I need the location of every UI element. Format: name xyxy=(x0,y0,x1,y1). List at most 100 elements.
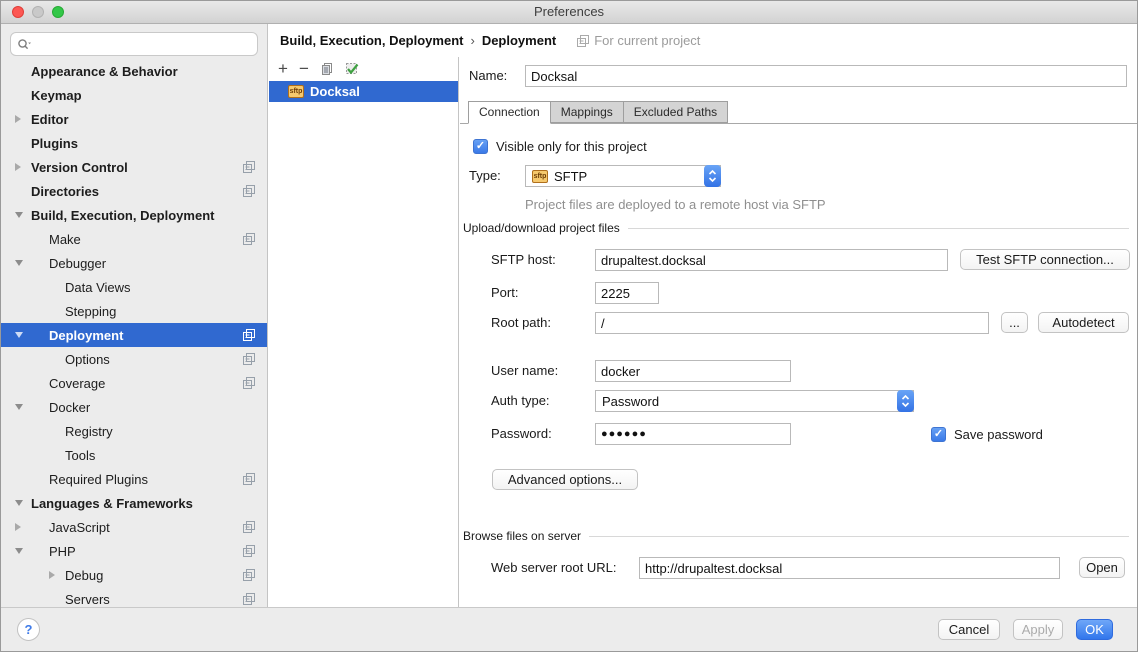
sidebar-item-make[interactable]: Make xyxy=(1,227,267,251)
sidebar-item-debug[interactable]: Debug xyxy=(1,563,267,587)
breadcrumb-separator-icon: › xyxy=(470,33,474,48)
sidebar-item-servers[interactable]: Servers xyxy=(1,587,267,607)
sidebar-item-php[interactable]: PHP xyxy=(1,539,267,563)
server-item-label: Docksal xyxy=(310,84,360,99)
sidebar-item-required-plugins[interactable]: Required Plugins xyxy=(1,467,267,491)
per-project-icon xyxy=(577,35,589,47)
breadcrumb-section[interactable]: Build, Execution, Deployment xyxy=(280,33,463,48)
per-project-icon xyxy=(243,593,255,605)
sidebar-item-appearance-behavior[interactable]: Appearance & Behavior xyxy=(1,59,267,83)
tabbar: ConnectionMappingsExcluded Paths xyxy=(460,101,1137,124)
type-select[interactable]: sftp SFTP xyxy=(525,165,721,187)
sidebar-item-label: Version Control xyxy=(31,160,128,175)
settings-search-input[interactable] xyxy=(10,32,258,56)
chevron-right-icon[interactable] xyxy=(49,571,55,579)
help-button[interactable]: ? xyxy=(17,618,40,641)
cancel-button[interactable]: Cancel xyxy=(938,619,1000,640)
root-path-input[interactable] xyxy=(595,312,989,334)
browse-root-path-button[interactable]: ... xyxy=(1001,312,1028,333)
auth-type-label: Auth type: xyxy=(491,390,550,412)
password-input[interactable] xyxy=(595,423,791,445)
per-project-icon xyxy=(243,161,255,173)
auth-type-select[interactable]: Password xyxy=(595,390,914,412)
root-path-label: Root path: xyxy=(491,312,551,334)
sidebar-item-keymap[interactable]: Keymap xyxy=(1,83,267,107)
chevron-right-icon[interactable] xyxy=(15,163,21,171)
sftp-host-input[interactable] xyxy=(595,249,948,271)
add-server-button[interactable]: + xyxy=(278,62,288,76)
deployment-form: Name: ConnectionMappingsExcluded Paths ✓… xyxy=(460,57,1137,607)
sidebar-item-coverage[interactable]: Coverage xyxy=(1,371,267,395)
server-item-docksal[interactable]: sftpDocksal xyxy=(269,81,458,102)
breadcrumb-page: Deployment xyxy=(482,33,556,48)
sftp-type-icon: sftp xyxy=(532,170,548,183)
sidebar-item-label: Deployment xyxy=(49,328,123,343)
sidebar-item-data-views[interactable]: Data Views xyxy=(1,275,267,299)
search-icon[interactable] xyxy=(17,38,32,51)
name-input[interactable] xyxy=(525,65,1127,87)
sidebar-item-label: Appearance & Behavior xyxy=(31,64,178,79)
chevron-down-icon[interactable] xyxy=(15,332,23,338)
sidebar-item-options[interactable]: Options xyxy=(1,347,267,371)
chevron-down-icon[interactable] xyxy=(15,212,23,218)
zoom-button-icon[interactable] xyxy=(52,6,64,18)
remove-server-button[interactable]: − xyxy=(299,62,309,76)
port-input[interactable] xyxy=(595,282,659,304)
sidebar-item-label: Plugins xyxy=(31,136,78,151)
sidebar-item-debugger[interactable]: Debugger xyxy=(1,251,267,275)
sidebar-item-label: Build, Execution, Deployment xyxy=(31,208,214,223)
use-as-default-button[interactable] xyxy=(345,62,359,76)
sidebar-item-version-control[interactable]: Version Control xyxy=(1,155,267,179)
autodetect-button[interactable]: Autodetect xyxy=(1038,312,1129,333)
advanced-options-button[interactable]: Advanced options... xyxy=(492,469,638,490)
sidebar-item-build-execution-deployment[interactable]: Build, Execution, Deployment xyxy=(1,203,267,227)
name-label: Name: xyxy=(469,65,507,87)
sidebar-item-label: Tools xyxy=(65,448,95,463)
sidebar-item-editor[interactable]: Editor xyxy=(1,107,267,131)
sidebar-item-label: Editor xyxy=(31,112,69,127)
sidebar-item-stepping[interactable]: Stepping xyxy=(1,299,267,323)
web-root-input[interactable] xyxy=(639,557,1060,579)
sidebar-item-registry[interactable]: Registry xyxy=(1,419,267,443)
chevron-down-icon[interactable] xyxy=(15,548,23,554)
chevron-down-icon[interactable] xyxy=(15,404,23,410)
ok-button[interactable]: OK xyxy=(1076,619,1113,640)
titlebar: Preferences xyxy=(1,1,1137,24)
per-project-icon xyxy=(243,353,255,365)
apply-button[interactable]: Apply xyxy=(1013,619,1063,640)
window-title: Preferences xyxy=(1,1,1137,23)
save-password-checkbox[interactable]: ✓ xyxy=(931,427,946,442)
user-name-input[interactable] xyxy=(595,360,791,382)
visible-only-checkbox[interactable]: ✓ xyxy=(473,139,488,154)
chevron-right-icon[interactable] xyxy=(15,115,21,123)
sidebar-item-deployment[interactable]: Deployment xyxy=(1,323,267,347)
open-button[interactable]: Open xyxy=(1079,557,1125,578)
tab-mappings[interactable]: Mappings xyxy=(550,101,624,123)
section-divider xyxy=(628,228,1129,229)
sidebar-item-label: PHP xyxy=(49,544,76,559)
close-button-icon[interactable] xyxy=(12,6,24,18)
per-project-icon xyxy=(243,185,255,197)
type-label: Type: xyxy=(469,165,501,187)
settings-tree: Appearance & Behavior Keymap Editor Plugins… xyxy=(1,59,267,607)
sidebar-item-directories[interactable]: Directories xyxy=(1,179,267,203)
settings-sidebar: Appearance & Behavior Keymap Editor Plugins… xyxy=(1,24,268,607)
copy-server-button[interactable] xyxy=(320,62,334,76)
test-sftp-connection-button[interactable]: Test SFTP connection... xyxy=(960,249,1130,270)
tab-connection[interactable]: Connection xyxy=(468,101,551,124)
stepper-icon xyxy=(704,165,721,187)
stepper-icon xyxy=(897,390,914,412)
chevron-down-icon[interactable] xyxy=(15,260,23,266)
sidebar-item-label: Required Plugins xyxy=(49,472,148,487)
chevron-right-icon[interactable] xyxy=(15,523,21,531)
sidebar-item-docker[interactable]: Docker xyxy=(1,395,267,419)
tab-excluded-paths[interactable]: Excluded Paths xyxy=(623,101,728,123)
sidebar-item-javascript[interactable]: JavaScript xyxy=(1,515,267,539)
sidebar-item-tools[interactable]: Tools xyxy=(1,443,267,467)
chevron-down-icon[interactable] xyxy=(15,500,23,506)
save-password-label: Save password xyxy=(954,427,1043,442)
sidebar-item-label: Debug xyxy=(65,568,103,583)
sidebar-item-languages-frameworks[interactable]: Languages & Frameworks xyxy=(1,491,267,515)
sidebar-item-plugins[interactable]: Plugins xyxy=(1,131,267,155)
server-list: sftpDocksal xyxy=(269,81,458,102)
